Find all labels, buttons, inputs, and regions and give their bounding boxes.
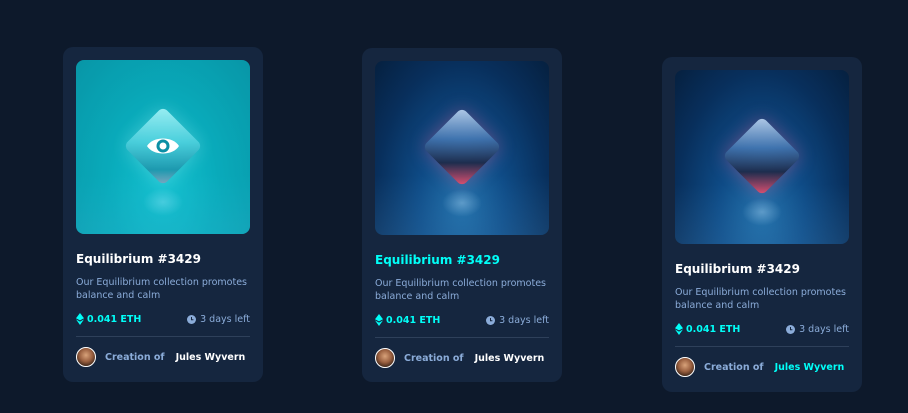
ethereum-icon: [76, 313, 84, 325]
price-value: 0.041 ETH: [87, 313, 142, 325]
price-value: 0.041 ETH: [386, 314, 441, 326]
nft-card: Equilibrium #3429 Our Equilibrium collec…: [662, 57, 862, 392]
meta-row: 0.041 ETH 3 days left: [675, 321, 849, 337]
avatar: [675, 357, 695, 377]
nft-card: Equilibrium #3429 Our Equilibrium collec…: [362, 48, 562, 382]
meta-row: 0.041 ETH 3 days left: [375, 312, 549, 328]
price: 0.041 ETH: [76, 313, 141, 325]
creator-link[interactable]: Jules Wyvern: [176, 352, 246, 363]
time-left: 3 days left: [786, 324, 849, 335]
card-description: Our Equilibrium collection promotes bala…: [76, 277, 247, 301]
price: 0.041 ETH: [375, 314, 440, 326]
time-left-value: 3 days left: [499, 314, 549, 326]
nft-card: Equilibrium #3429 Our Equilibrium collec…: [63, 47, 263, 382]
time-left-value: 3 days left: [200, 313, 250, 325]
creation-label: Creation of: [105, 351, 165, 363]
avatar: [76, 347, 96, 367]
cube-reflection: [742, 198, 782, 226]
time-left-value: 3 days left: [799, 323, 849, 335]
clock-icon: [486, 315, 496, 325]
time-left: 3 days left: [187, 314, 250, 325]
divider: [675, 346, 849, 347]
card-description: Our Equilibrium collection promotes bala…: [675, 287, 846, 311]
eye-icon: [147, 138, 179, 154]
divider: [375, 337, 549, 338]
nft-image[interactable]: [375, 61, 549, 235]
creator-row: Creation of Jules Wyvern: [76, 347, 250, 367]
meta-row: 0.041 ETH 3 days left: [76, 311, 250, 327]
card-description: Our Equilibrium collection promotes bala…: [375, 278, 546, 302]
card-title[interactable]: Equilibrium #3429: [76, 252, 250, 266]
creation-label: Creation of: [704, 361, 764, 373]
ethereum-icon: [675, 323, 683, 335]
clock-icon: [187, 314, 197, 324]
price-value: 0.041 ETH: [686, 323, 741, 335]
nft-image[interactable]: [675, 70, 849, 244]
card-title[interactable]: Equilibrium #3429: [675, 262, 849, 276]
creator-row: Creation of Jules Wyvern: [675, 357, 849, 377]
creation-label: Creation of: [404, 352, 464, 364]
cube-reflection: [442, 189, 482, 217]
time-left: 3 days left: [486, 315, 549, 326]
clock-icon: [786, 324, 796, 334]
avatar: [375, 348, 395, 368]
price: 0.041 ETH: [675, 323, 740, 335]
creator-link[interactable]: Jules Wyvern: [475, 353, 545, 364]
creator-link[interactable]: Jules Wyvern: [775, 362, 845, 373]
card-title[interactable]: Equilibrium #3429: [375, 253, 549, 267]
creator-row: Creation of Jules Wyvern: [375, 348, 549, 368]
divider: [76, 336, 250, 337]
ethereum-icon: [375, 314, 383, 326]
nft-image[interactable]: [76, 60, 250, 234]
